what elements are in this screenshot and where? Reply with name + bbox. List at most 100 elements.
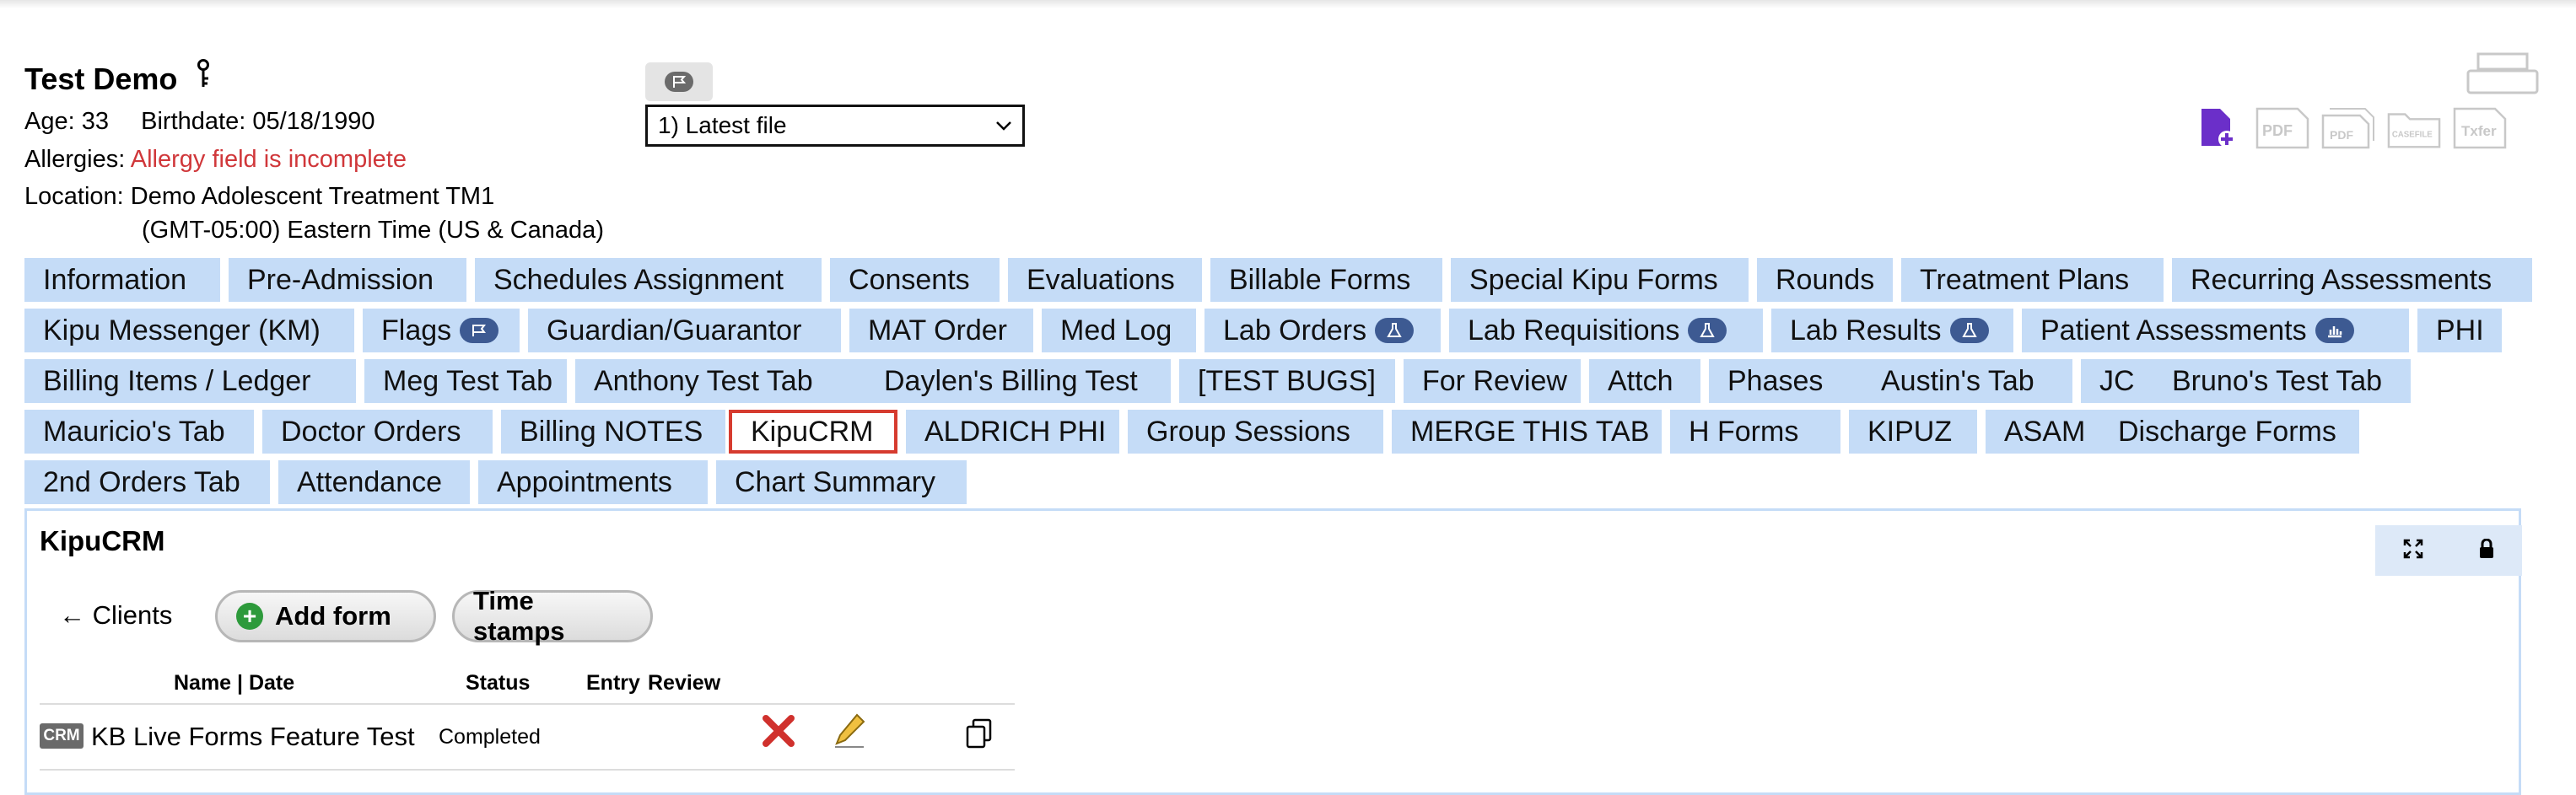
tab-mat-order[interactable]: MAT Order: [849, 309, 1033, 352]
column-header-review[interactable]: Review: [648, 671, 720, 696]
tab-billable-forms[interactable]: Billable Forms: [1210, 258, 1442, 302]
table-header-divider: [40, 703, 1015, 705]
tab-guardian-guarantor[interactable]: Guardian/Guarantor: [528, 309, 841, 352]
tab-billing-items-ledger[interactable]: Billing Items / Ledger: [24, 359, 356, 403]
birthdate-label: Birthdate:: [141, 108, 246, 135]
age-birthdate-line: Age: 33 Birthdate: 05/18/1990: [24, 108, 375, 136]
panel-title: KipuCRM: [40, 525, 165, 556]
tab-chart-summary[interactable]: Chart Summary: [716, 460, 967, 504]
delete-x-icon[interactable]: [761, 713, 796, 753]
tab-schedules-assignment[interactable]: Schedules Assignment: [475, 258, 822, 302]
column-header-entry[interactable]: Entry: [586, 671, 640, 696]
tab-asam[interactable]: ASAM: [1986, 410, 2104, 454]
file-select-value: 1) Latest file: [658, 112, 787, 138]
tab-daylens-billing-test[interactable]: Daylen's Billing Test: [865, 359, 1171, 403]
key-icon[interactable]: [194, 59, 213, 97]
top-shadow-bar: [0, 0, 2576, 8]
lock-icon[interactable]: [2478, 538, 2495, 563]
add-form-button[interactable]: + Add form: [215, 590, 436, 642]
chevron-down-icon: [996, 121, 1011, 131]
tab-lab-results[interactable]: Lab Results: [1771, 309, 2013, 352]
time-stamps-button[interactable]: Time stamps: [452, 586, 653, 646]
allergies-warning: Allergy field is incomplete: [130, 146, 407, 173]
flag-icon: [665, 72, 693, 92]
tab-merge-this-tab[interactable]: MERGE THIS TAB: [1392, 410, 1662, 454]
multi-pdf-icon[interactable]: PDF: [2321, 106, 2375, 150]
tab-information[interactable]: Information: [24, 258, 220, 302]
tab-appointments[interactable]: Appointments: [478, 460, 708, 504]
location-line: Location: Demo Adolescent Treatment TM1: [24, 183, 494, 211]
tab-attendance[interactable]: Attendance: [278, 460, 470, 504]
tab-rounds[interactable]: Rounds: [1757, 258, 1893, 302]
document-toolbar: PDF PDF CASEFILE Txfer: [2190, 106, 2507, 150]
tab-2nd-orders-tab[interactable]: 2nd Orders Tab: [24, 460, 270, 504]
txfer-icon[interactable]: Txfer: [2453, 106, 2507, 150]
tab-kipu-messenger[interactable]: Kipu Messenger (KM): [24, 309, 354, 352]
tab-brunos-test-tab[interactable]: Bruno's Test Tab: [2153, 359, 2411, 403]
tab-special-kipu-forms[interactable]: Special Kipu Forms: [1451, 258, 1749, 302]
txfer-icon-label: Txfer: [2461, 123, 2497, 139]
tab-evaluations[interactable]: Evaluations: [1008, 258, 1202, 302]
bar-chart-icon: [2315, 318, 2354, 343]
tab-test-bugs[interactable]: [TEST BUGS]: [1179, 359, 1395, 403]
tab-for-review[interactable]: For Review: [1404, 359, 1581, 403]
tab-group-sessions[interactable]: Group Sessions: [1128, 410, 1383, 454]
tab-lab-orders[interactable]: Lab Orders: [1204, 309, 1441, 352]
age-value: 33: [81, 108, 109, 135]
pencil-icon[interactable]: [833, 712, 867, 753]
tab-kipucrm[interactable]: KipuCRM: [729, 410, 897, 454]
casefile-icon[interactable]: CASEFILE: [2387, 106, 2441, 150]
row-status: Completed: [439, 725, 541, 749]
copy-icon[interactable]: [965, 718, 994, 753]
tab-billing-notes[interactable]: Billing NOTES: [501, 410, 725, 454]
expand-icon[interactable]: [2403, 539, 2423, 563]
pdf-icon[interactable]: PDF: [2255, 106, 2309, 150]
column-header-name-date[interactable]: Name | Date: [174, 671, 294, 696]
row-form-name[interactable]: KB Live Forms Feature Test: [91, 722, 415, 752]
printer-icon[interactable]: [2466, 52, 2539, 99]
tab-h-forms[interactable]: H Forms: [1670, 410, 1840, 454]
patient-name-text: Test Demo: [24, 62, 178, 96]
flag-button[interactable]: [645, 62, 713, 101]
add-document-icon[interactable]: [2190, 106, 2244, 150]
tab-kipuz[interactable]: KIPUZ: [1849, 410, 1977, 454]
flask-icon: [1375, 318, 1415, 343]
tab-mauricios-tab[interactable]: Mauricio's Tab: [24, 410, 254, 454]
tab-lab-requisitions[interactable]: Lab Requisitions: [1449, 309, 1763, 352]
file-select[interactable]: 1) Latest file: [645, 105, 1025, 147]
panel-controls: [2375, 525, 2522, 576]
pdf-icon-label: PDF: [2262, 122, 2293, 139]
allergies-label: Allergies:: [24, 146, 126, 173]
tab-phases[interactable]: Phases: [1709, 359, 1867, 403]
multi-pdf-icon-label: PDF: [2330, 128, 2353, 142]
tab-doctor-orders[interactable]: Doctor Orders: [262, 410, 493, 454]
kipucrm-panel: [24, 508, 2521, 795]
tab-austins-tab[interactable]: Austin's Tab: [1862, 359, 2072, 403]
timezone-value: (GMT-05:00) Eastern Time (US & Canada): [142, 217, 604, 244]
location-label: Location:: [24, 183, 124, 210]
age-label: Age:: [24, 108, 75, 135]
tab-attch[interactable]: Attch: [1589, 359, 1700, 403]
tab-meg-test-tab[interactable]: Meg Test Tab: [364, 359, 567, 403]
time-stamps-label: Time stamps: [473, 586, 565, 646]
location-value: Demo Adolescent Treatment TM1: [130, 183, 495, 210]
tab-recurring-assessments[interactable]: Recurring Assessments: [2172, 258, 2532, 302]
patient-name: Test Demo: [24, 59, 213, 97]
tab-treatment-plans[interactable]: Treatment Plans: [1901, 258, 2164, 302]
tab-pre-admission[interactable]: Pre-Admission: [229, 258, 466, 302]
column-header-status[interactable]: Status: [466, 671, 530, 696]
casefile-icon-label: CASEFILE: [2392, 131, 2433, 140]
tab-anthony-test-tab[interactable]: Anthony Test Tab: [575, 359, 880, 403]
tab-patient-assessments[interactable]: Patient Assessments: [2022, 309, 2409, 352]
tab-consents[interactable]: Consents: [830, 258, 1000, 302]
crm-badge: CRM: [40, 723, 84, 749]
add-form-label: Add form: [275, 601, 391, 631]
back-to-clients-link[interactable]: ← Clients: [59, 600, 172, 631]
tab-med-log[interactable]: Med Log: [1042, 309, 1196, 352]
flask-icon: [1688, 318, 1727, 343]
tab-phi[interactable]: PHI: [2417, 309, 2502, 352]
tab-aldrich-phi[interactable]: ALDRICH PHI: [906, 410, 1119, 454]
table-row-divider: [40, 769, 1015, 771]
tab-flags[interactable]: Flags: [363, 309, 520, 352]
tab-discharge-forms[interactable]: Discharge Forms: [2099, 410, 2359, 454]
